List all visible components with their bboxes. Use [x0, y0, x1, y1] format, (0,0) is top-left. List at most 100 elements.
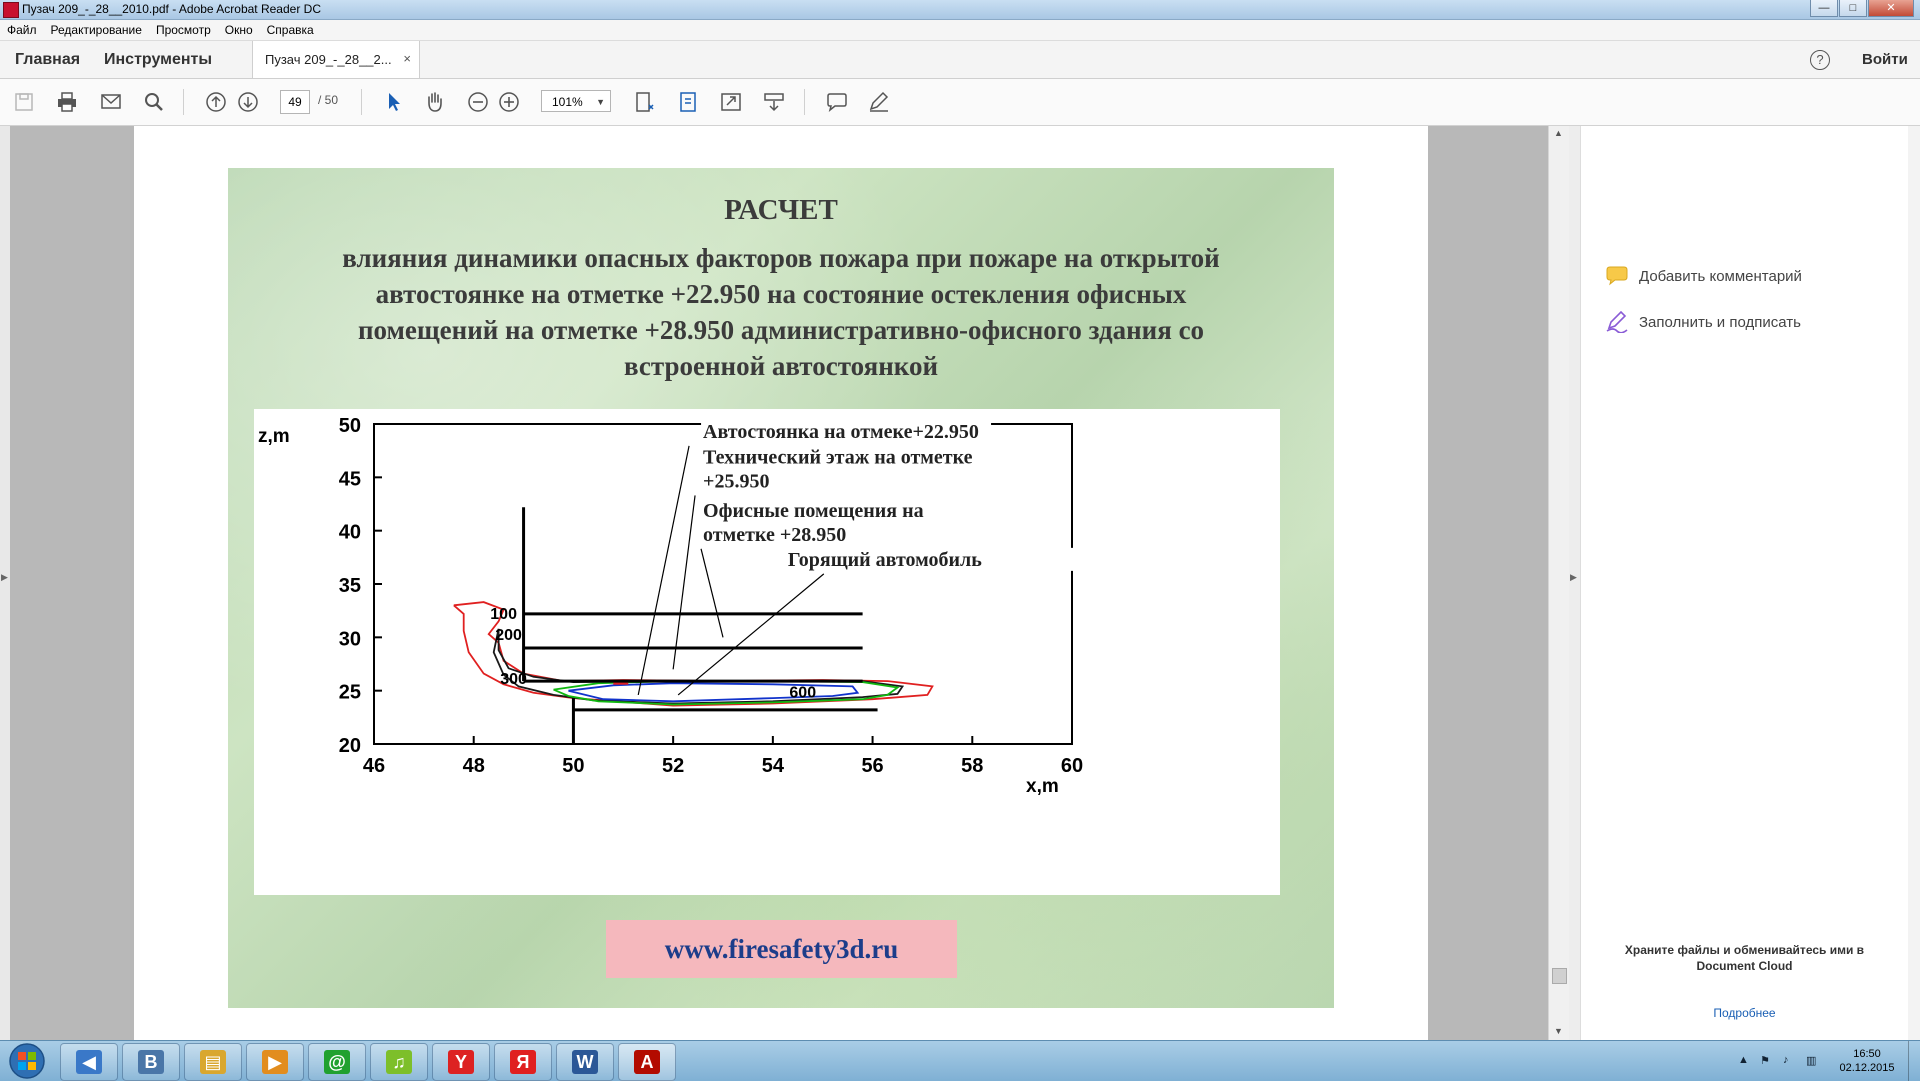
- taskbar-vk-app[interactable]: B: [122, 1043, 180, 1081]
- tools-pane-toggle[interactable]: ▶: [1569, 126, 1581, 1040]
- word-icon: W: [572, 1050, 598, 1074]
- zoom-out-icon[interactable]: [466, 91, 490, 113]
- taskbar-volume-app[interactable]: ◀: [60, 1043, 118, 1081]
- close-tab-icon[interactable]: ×: [403, 51, 411, 66]
- full-screen-icon[interactable]: [719, 91, 743, 113]
- slide-subtitle: влияния динамики опасных факторов пожара…: [248, 240, 1314, 384]
- fit-page-icon[interactable]: [676, 91, 700, 113]
- menu-file[interactable]: Файл: [0, 23, 44, 37]
- promo-line: Храните файлы и обменивайтесь ими в: [1624, 943, 1865, 957]
- acrobat-app-icon: [3, 2, 19, 18]
- document-viewer[interactable]: ▶ РАСЧЕТ влияния динамики опасных фактор…: [0, 126, 1569, 1040]
- tab-bar: Главная Инструменты Пузач 209_-_28__2...…: [0, 41, 1920, 79]
- start-button[interactable]: [2, 1042, 52, 1080]
- hand-tool-icon[interactable]: [423, 91, 447, 113]
- speaker-icon[interactable]: ♪: [1783, 1054, 1789, 1066]
- vertical-scrollbar[interactable]: ▲ ▼: [1548, 126, 1569, 1040]
- email-icon[interactable]: [99, 91, 123, 113]
- comment-icon[interactable]: [825, 91, 849, 113]
- tab-home[interactable]: Главная: [15, 51, 80, 69]
- y-tick-label: 30: [339, 628, 361, 650]
- pdf-page: РАСЧЕТ влияния динамики опасных факторов…: [134, 126, 1428, 1040]
- print-icon[interactable]: [55, 91, 79, 113]
- chevron-right-icon: ▶: [1, 572, 8, 582]
- fill-and-sign-tool[interactable]: Заполнить и подписать: [1605, 308, 1801, 336]
- contour-line: [453, 601, 934, 707]
- next-page-icon[interactable]: [236, 91, 260, 113]
- chevron-down-icon: ▼: [596, 97, 605, 107]
- toolbar-divider: [361, 89, 362, 115]
- x-tick-label: 56: [861, 755, 883, 777]
- add-comment-tool[interactable]: Добавить комментарий: [1605, 262, 1802, 290]
- annotation-text: Горящий автомобиль: [788, 549, 982, 571]
- show-hidden-icons-icon[interactable]: ▲: [1738, 1054, 1749, 1066]
- system-clock[interactable]: 16:50 02.12.2015: [1832, 1047, 1902, 1075]
- yandex-icon: Я: [510, 1050, 536, 1074]
- chevron-right-icon: ▶: [1570, 572, 1577, 582]
- learn-more-link[interactable]: Подробнее: [1569, 1006, 1920, 1020]
- maximize-button[interactable]: □: [1839, 0, 1867, 17]
- taskbar-yandex-app[interactable]: Я: [494, 1043, 552, 1081]
- close-window-button[interactable]: ✕: [1868, 0, 1914, 17]
- x-tick-label: 60: [1061, 755, 1083, 777]
- scroll-down-icon[interactable]: ▼: [1554, 1026, 1563, 1036]
- annotation-leader: [700, 548, 724, 638]
- contour-label: 300: [500, 671, 527, 688]
- x-tick-label: 48: [463, 755, 485, 777]
- tab-tools[interactable]: Инструменты: [104, 51, 212, 69]
- tools-pane: ▶ Добавить комментарий Заполнить и подпи…: [1569, 126, 1920, 1040]
- taskbar-word[interactable]: W: [556, 1043, 614, 1081]
- menu-help[interactable]: Справка: [260, 23, 321, 37]
- add-comment-label: Добавить комментарий: [1639, 267, 1802, 285]
- save-icon[interactable]: [12, 91, 36, 113]
- slide-subtitle-line: автостоянке на отметке +22.950 на состоя…: [375, 279, 1187, 309]
- toolbar-divider: [804, 89, 805, 115]
- menu-edit[interactable]: Редактирование: [44, 23, 149, 37]
- windows-logo-icon: [9, 1043, 45, 1079]
- annotation-text: Автостоянка на отмеке+22.950: [703, 421, 979, 443]
- media-player-icon: ▶: [262, 1050, 288, 1074]
- annotation-leader: [672, 495, 696, 670]
- taskbar-yandex-browser[interactable]: Y: [432, 1043, 490, 1081]
- page-total: / 50: [318, 93, 339, 107]
- menu-view[interactable]: Просмотр: [149, 23, 218, 37]
- page-number-input[interactable]: 49: [280, 90, 310, 114]
- taskbar-music-app[interactable]: ♫: [370, 1043, 428, 1081]
- network-icon[interactable]: ▥: [1806, 1054, 1816, 1067]
- zoom-in-icon[interactable]: [497, 91, 521, 113]
- contour-line: [492, 628, 905, 705]
- toolbar: 49 / 50 101% ▼: [0, 79, 1920, 126]
- window-title-bar[interactable]: Пузач 209_-_28__2010.pdf - Adobe Acrobat…: [0, 0, 1920, 20]
- y-tick-label: 35: [339, 575, 361, 597]
- scroll-mode-icon[interactable]: [632, 91, 656, 113]
- menu-window[interactable]: Окно: [218, 23, 260, 37]
- flag-icon[interactable]: ⚑: [1760, 1054, 1770, 1067]
- taskbar-mail-agent[interactable]: @: [308, 1043, 366, 1081]
- minimize-button[interactable]: —: [1810, 0, 1838, 17]
- annotation-leader: [677, 573, 825, 696]
- search-icon[interactable]: [142, 91, 166, 113]
- show-desktop-button[interactable]: [1908, 1041, 1920, 1081]
- zoom-level-value: 101%: [552, 95, 583, 109]
- scroll-up-icon[interactable]: ▲: [1554, 128, 1563, 138]
- left-panel-toggle[interactable]: ▶: [0, 126, 10, 1040]
- zoom-level-dropdown[interactable]: 101% ▼: [541, 90, 611, 112]
- help-icon[interactable]: ?: [1810, 50, 1830, 70]
- tools-pane-scrollbar[interactable]: [1908, 126, 1920, 1040]
- select-cursor-icon[interactable]: [382, 91, 406, 113]
- taskbar-file-explorer[interactable]: ▤: [184, 1043, 242, 1081]
- document-tab[interactable]: Пузач 209_-_28__2... ×: [252, 41, 420, 78]
- sign-in-link[interactable]: Войти: [1862, 51, 1908, 68]
- annotation-text: Технический этаж на отметке: [703, 446, 973, 468]
- previous-page-icon[interactable]: [204, 91, 228, 113]
- taskbar-media-player[interactable]: ▶: [246, 1043, 304, 1081]
- contour-label: 100: [490, 606, 517, 623]
- music-icon: ♫: [386, 1050, 412, 1074]
- contour-chart: 46 48 50 52 54 56 58 60 20 25 30 35 40 45 50 z,m x,m 100 2…: [254, 409, 1280, 895]
- contour-label: 200: [495, 627, 522, 644]
- read-mode-icon[interactable]: [762, 91, 786, 113]
- y-tick-label: 20: [339, 735, 361, 757]
- taskbar-acrobat[interactable]: A: [618, 1043, 676, 1081]
- scrollbar-thumb[interactable]: [1552, 968, 1567, 984]
- sign-icon[interactable]: [867, 91, 891, 113]
